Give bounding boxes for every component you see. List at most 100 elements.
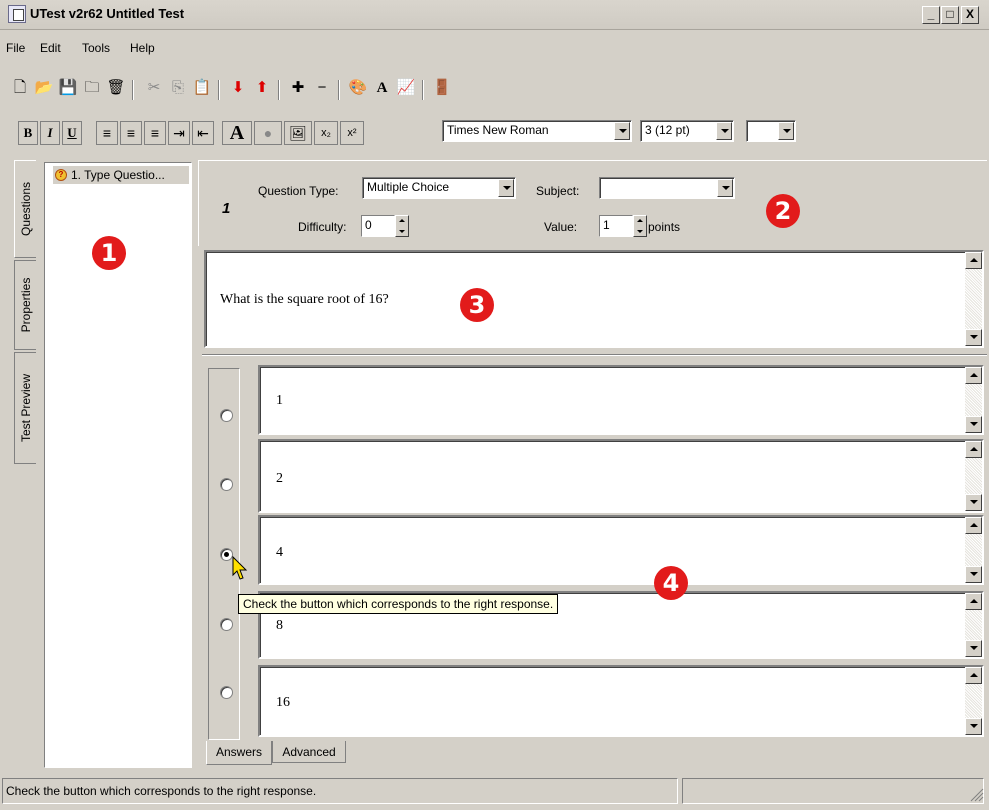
clipart-icon[interactable]: ● xyxy=(254,121,282,145)
indent-icon[interactable]: ⇥ xyxy=(168,121,190,145)
scroll-down-icon[interactable] xyxy=(965,416,982,433)
font-size-select[interactable]: 3 (12 pt) xyxy=(640,120,734,142)
answer-text-3: 4 xyxy=(276,545,283,560)
difficulty-stepper[interactable] xyxy=(395,215,409,237)
answer-scrollbar[interactable] xyxy=(965,517,982,583)
answer-radio-5[interactable] xyxy=(220,686,233,699)
chevron-down-icon[interactable] xyxy=(717,179,733,197)
question-list-item-label: 1. Type Questio... xyxy=(71,168,165,182)
font-name-value: Times New Roman xyxy=(447,123,549,137)
tab-properties[interactable]: Properties xyxy=(14,260,36,350)
outdent-icon[interactable]: ⇤ xyxy=(192,121,214,145)
scroll-up-icon[interactable] xyxy=(965,252,982,269)
answer-text-1: 1 xyxy=(276,393,283,408)
move-down-icon[interactable]: ⬇ xyxy=(228,78,248,98)
answer-box-1[interactable]: 1 xyxy=(258,365,984,435)
new-file-icon[interactable]: 🗋 xyxy=(10,78,30,98)
answer-radio-1[interactable] xyxy=(220,409,233,422)
callout-badge-4: 4 xyxy=(654,566,688,600)
superscript-button[interactable]: x² xyxy=(340,121,364,145)
tooltip: Check the button which corresponds to th… xyxy=(238,594,559,614)
callout-badge-3: 3 xyxy=(460,288,494,322)
tab-test-preview[interactable]: Test Preview xyxy=(14,352,36,464)
answer-scrollbar[interactable] xyxy=(965,441,982,511)
answer-radio-4[interactable] xyxy=(220,618,233,631)
scroll-down-icon[interactable] xyxy=(965,718,982,735)
align-center-icon[interactable]: ≡ xyxy=(120,121,142,145)
cut-icon[interactable]: ✂ xyxy=(144,78,164,98)
question-type-label: Question Type: xyxy=(258,184,339,198)
menu-help[interactable]: Help xyxy=(130,41,155,55)
minimize-button[interactable]: _ xyxy=(922,6,940,24)
chevron-down-icon[interactable] xyxy=(614,122,630,140)
align-left-icon[interactable]: ≡ xyxy=(96,121,118,145)
move-up-icon[interactable]: ⬆ xyxy=(252,78,272,98)
toolbar-separator xyxy=(338,80,340,100)
folder-icon[interactable]: 🗀 xyxy=(82,78,102,98)
chevron-down-icon[interactable] xyxy=(716,122,732,140)
subject-select[interactable] xyxy=(599,177,735,199)
chart-icon[interactable]: 📈 xyxy=(396,78,416,98)
value-input[interactable]: 1 xyxy=(599,215,633,237)
question-text-box[interactable]: What is the square root of 16? xyxy=(204,250,984,348)
chevron-down-icon[interactable] xyxy=(498,179,514,197)
answer-text-2: 2 xyxy=(276,471,283,486)
underline-button[interactable]: U xyxy=(62,121,82,145)
scroll-up-icon[interactable] xyxy=(965,367,982,384)
value-stepper[interactable] xyxy=(633,215,647,237)
menu-tools[interactable]: Tools xyxy=(82,41,110,55)
exit-icon[interactable]: 🚪 xyxy=(432,78,452,98)
answer-box-2[interactable]: 2 xyxy=(258,439,984,513)
italic-button[interactable]: I xyxy=(40,121,60,145)
scroll-up-icon[interactable] xyxy=(965,517,982,534)
callout-badge-2: 2 xyxy=(766,194,800,228)
answer-box-3[interactable]: 4 xyxy=(258,515,984,585)
open-folder-icon[interactable]: 📂 xyxy=(34,78,54,98)
tab-answers[interactable]: Answers xyxy=(206,741,272,765)
close-button[interactable]: X xyxy=(961,6,979,24)
scroll-up-icon[interactable] xyxy=(965,441,982,458)
add-icon[interactable]: ✚ xyxy=(288,78,308,98)
scroll-down-icon[interactable] xyxy=(965,329,982,346)
delete-icon[interactable]: 🗑 xyxy=(106,78,126,98)
resize-grip-icon[interactable] xyxy=(970,788,984,802)
font-icon[interactable]: A xyxy=(372,78,392,98)
maximize-button[interactable]: □ xyxy=(941,6,959,24)
save-icon[interactable]: 💾 xyxy=(58,78,78,98)
answer-scrollbar[interactable] xyxy=(965,667,982,735)
tab-properties-label: Properties xyxy=(18,277,33,333)
menu-edit[interactable]: Edit xyxy=(40,41,61,55)
question-scrollbar[interactable] xyxy=(965,252,982,346)
insert-image-icon[interactable]: 🖼 xyxy=(284,121,312,145)
remove-icon[interactable]: − xyxy=(312,78,332,98)
bold-button[interactable]: B xyxy=(18,121,38,145)
question-type-select[interactable]: Multiple Choice xyxy=(362,177,516,199)
chevron-down-icon[interactable] xyxy=(778,122,794,140)
scroll-down-icon[interactable] xyxy=(965,566,982,583)
tab-questions[interactable]: Questions xyxy=(14,160,36,258)
scroll-up-icon[interactable] xyxy=(965,593,982,610)
answer-scrollbar[interactable] xyxy=(965,593,982,657)
tab-advanced[interactable]: Advanced xyxy=(272,741,346,763)
answer-radio-2[interactable] xyxy=(220,478,233,491)
app-icon xyxy=(8,5,26,23)
question-list-item[interactable]: ? 1. Type Questio... xyxy=(53,166,189,184)
color-select[interactable] xyxy=(746,120,796,142)
color-palette-icon[interactable]: 🎨 xyxy=(348,78,368,98)
subject-label: Subject: xyxy=(536,184,580,198)
align-right-icon[interactable]: ≡ xyxy=(144,121,166,145)
subscript-button[interactable]: x₂ xyxy=(314,121,338,145)
question-icon: ? xyxy=(55,169,67,181)
status-text: Check the button which corresponds to th… xyxy=(6,784,317,798)
scroll-down-icon[interactable] xyxy=(965,640,982,657)
scroll-up-icon[interactable] xyxy=(965,667,982,684)
answer-box-5[interactable]: 16 xyxy=(258,665,984,737)
copy-icon[interactable]: ⎘ xyxy=(168,78,188,98)
font-button[interactable]: A xyxy=(222,121,252,145)
font-name-select[interactable]: Times New Roman xyxy=(442,120,632,142)
answer-scrollbar[interactable] xyxy=(965,367,982,433)
menu-file[interactable]: File xyxy=(6,41,25,55)
paste-icon[interactable]: 📋 xyxy=(192,78,212,98)
scroll-down-icon[interactable] xyxy=(965,494,982,511)
difficulty-input[interactable]: 0 xyxy=(361,215,395,237)
